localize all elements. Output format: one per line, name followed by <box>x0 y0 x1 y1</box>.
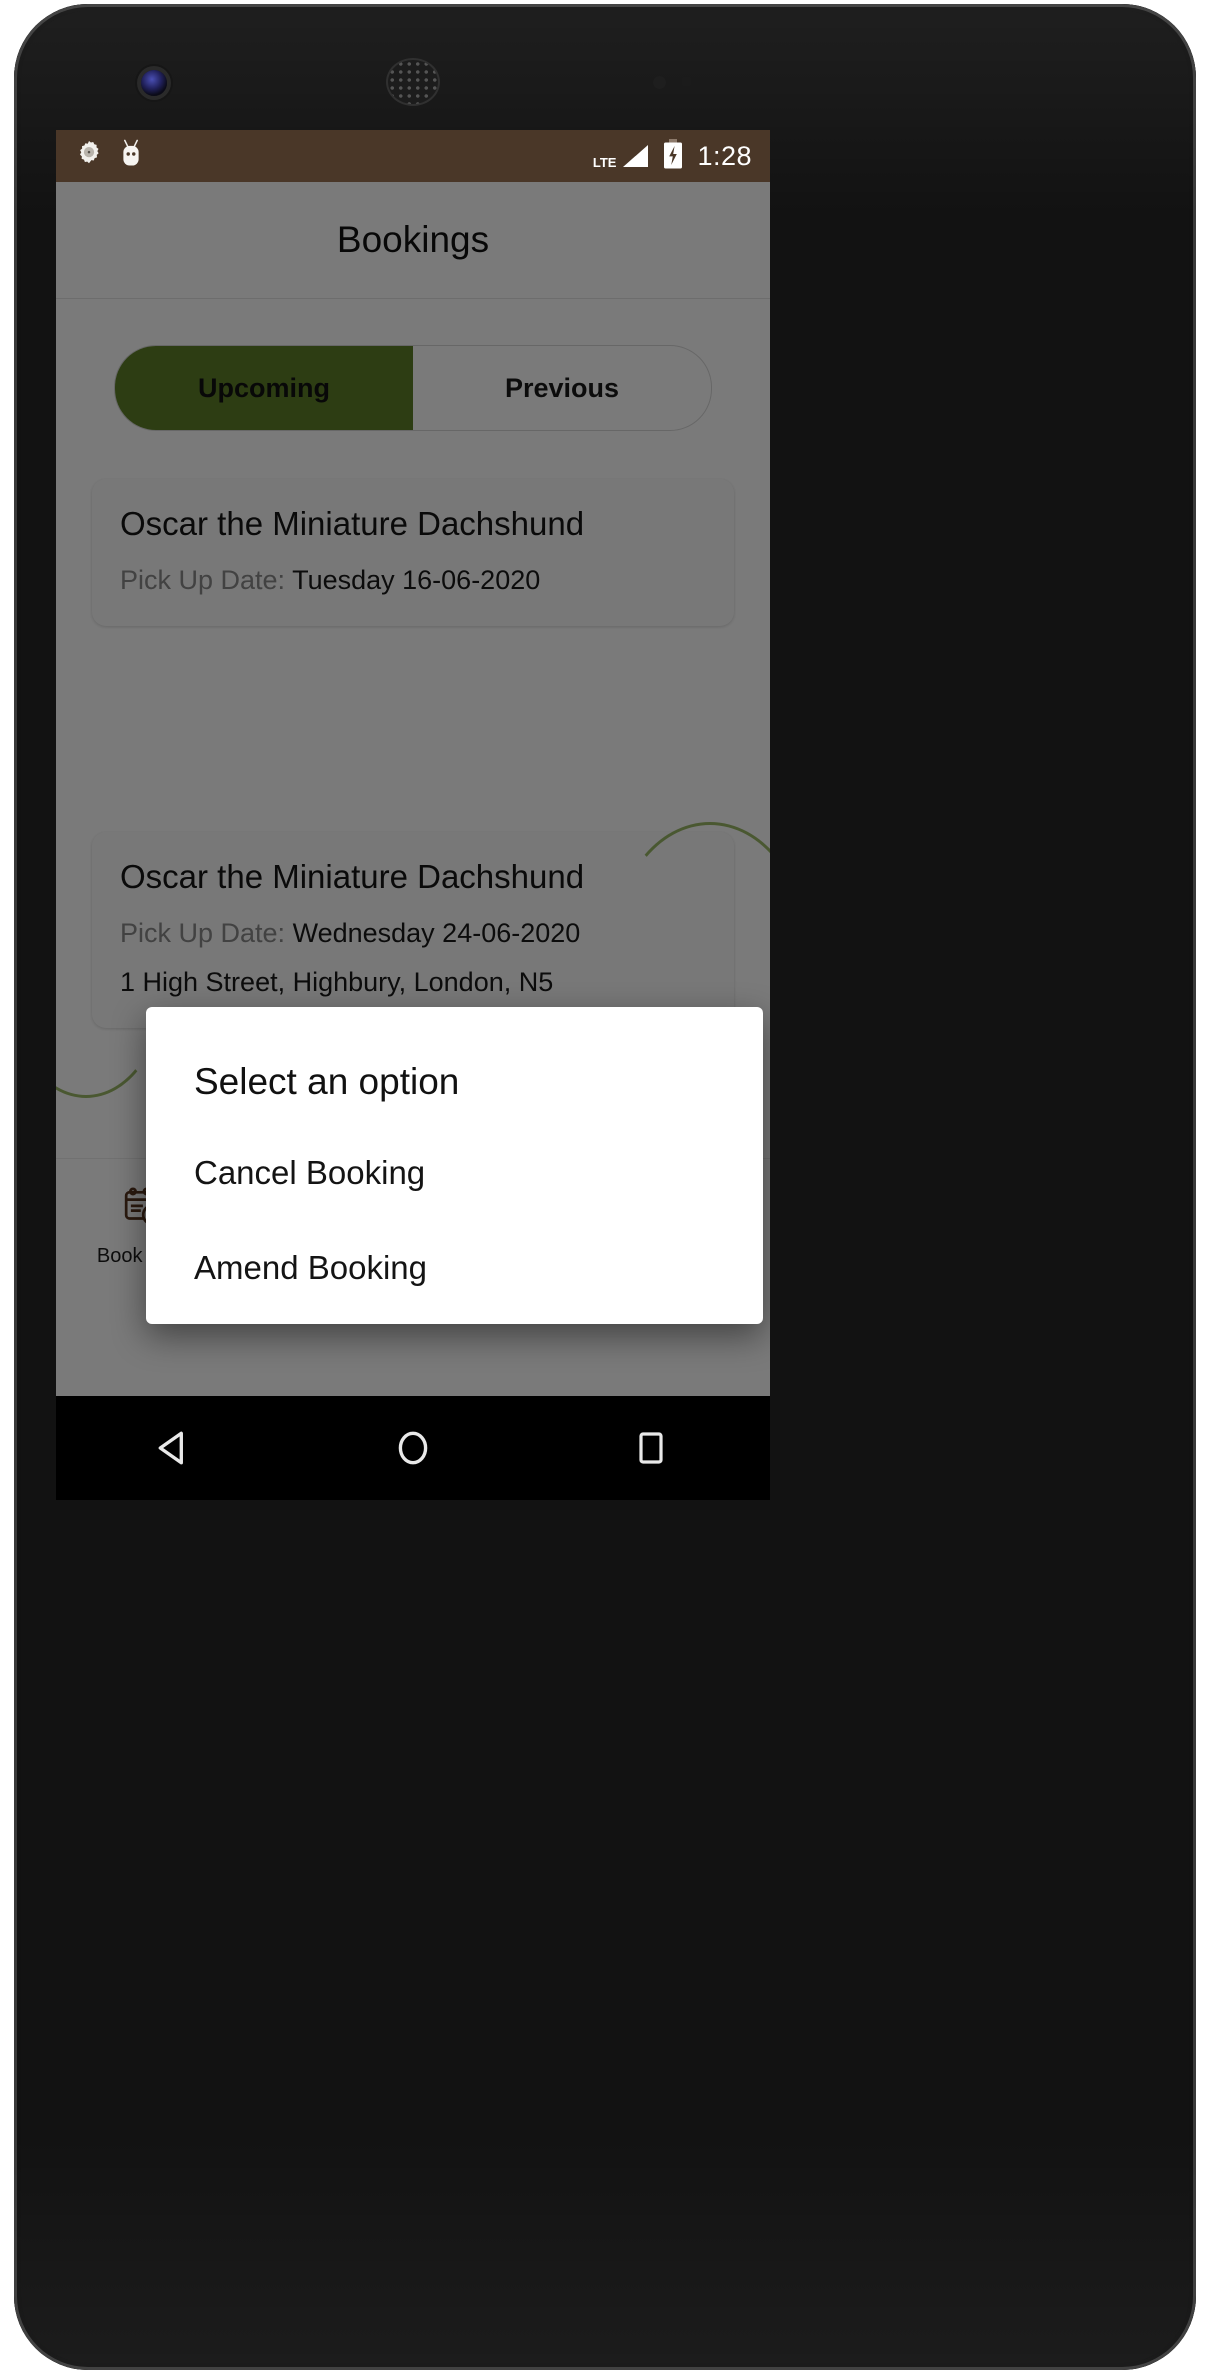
android-navigation-bar <box>56 1396 770 1500</box>
select-option-dialog: Select an option Cancel Booking Amend Bo… <box>146 1007 763 1324</box>
android-head-icon <box>118 139 144 174</box>
status-bar-system: LTE 1:28 <box>593 138 752 175</box>
clock: 1:28 <box>697 140 752 171</box>
phone-top-bezel <box>14 4 1196 126</box>
network-type-label: LTE <box>592 155 617 170</box>
status-bar: LTE 1:28 <box>56 130 770 182</box>
front-camera-icon <box>141 70 167 96</box>
status-bar-notifications <box>74 139 144 174</box>
dialog-option-cancel-booking[interactable]: Cancel Booking <box>194 1154 425 1192</box>
earpiece-speaker-icon <box>388 60 438 104</box>
gear-icon <box>74 139 104 174</box>
signal-bars-icon: LTE <box>593 143 650 169</box>
recents-button[interactable] <box>616 1413 686 1483</box>
back-button[interactable] <box>140 1413 210 1483</box>
phone-screen: LTE 1:28 Bookings Upcoming <box>56 130 770 1396</box>
dialog-option-amend-booking[interactable]: Amend Booking <box>194 1249 427 1287</box>
dialog-title: Select an option <box>194 1061 460 1102</box>
proximity-sensor-icon <box>653 76 666 89</box>
phone-device: LTE 1:28 Bookings Upcoming <box>14 4 1196 2370</box>
light-sensor-icon <box>681 76 692 87</box>
battery-charging-icon <box>662 138 684 175</box>
home-button[interactable] <box>378 1413 448 1483</box>
